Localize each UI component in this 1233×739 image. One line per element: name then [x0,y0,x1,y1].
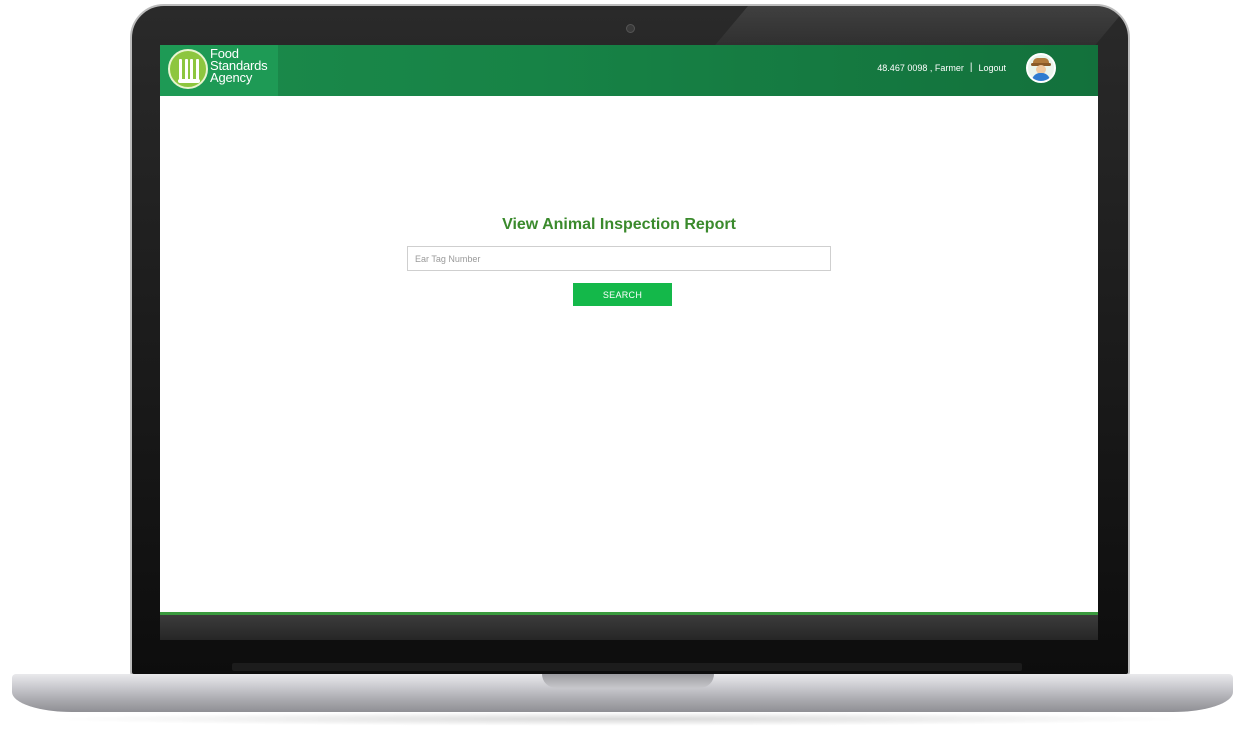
logo-line-3: Agency [210,70,253,85]
laptop-base [12,674,1233,712]
base-notch [542,674,714,688]
bezel-bottom [232,663,1022,671]
separator: | [969,62,973,73]
logout-link[interactable]: Logout [978,63,1006,73]
search-button[interactable]: SEARCH [573,283,672,306]
logo-text: Food Standards Agency [210,47,268,85]
fork-logo-icon [168,49,208,89]
farmer-avatar-icon[interactable] [1026,53,1056,83]
page-title: View Animal Inspection Report [502,216,736,233]
user-info: 48.467 0098 , Farmer | Logout [877,62,1006,73]
logo[interactable]: Food Standards Agency [160,45,278,96]
base-shadow [40,712,1200,726]
user-label: 48.467 0098 , Farmer [877,62,964,73]
ear-tag-search-input[interactable] [407,246,831,271]
footer-bar [160,615,1098,640]
camera-icon [626,24,635,33]
screen: Food Standards Agency 48.467 0098 , Farm… [160,45,1098,640]
app-header: Food Standards Agency 48.467 0098 , Farm… [160,45,1098,96]
laptop-lid: Food Standards Agency 48.467 0098 , Farm… [130,4,1130,676]
